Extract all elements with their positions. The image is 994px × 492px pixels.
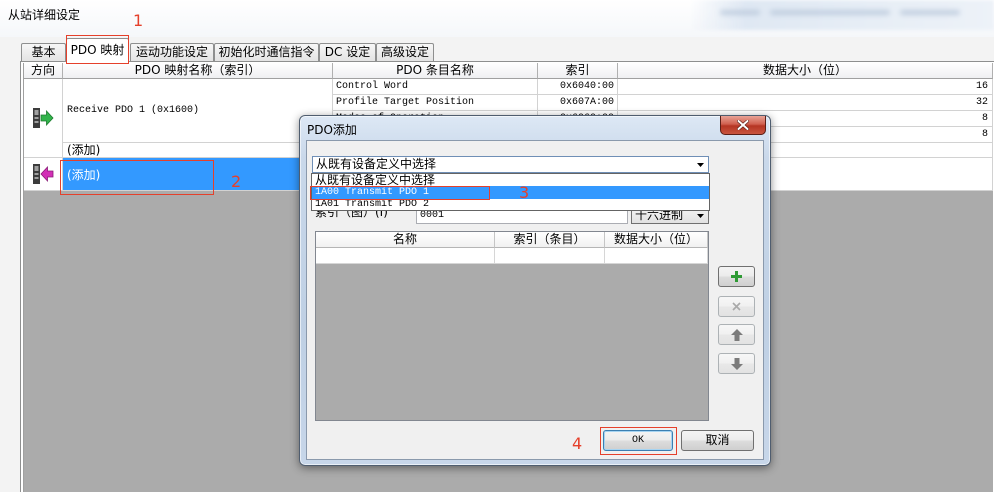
annotation-box-4 (600, 427, 677, 455)
dialog-close-button[interactable] (720, 116, 766, 135)
add-entry-row[interactable]: (添加) (63, 143, 333, 158)
entry-name-cell[interactable]: Control Word (333, 79, 538, 95)
move-down-button[interactable] (718, 353, 755, 374)
window-title-bar: 从站详细设定 (0, 0, 994, 37)
annotation-box-1 (66, 35, 129, 64)
chevron-down-icon (697, 163, 704, 167)
remove-icon (732, 302, 741, 311)
tab-basic[interactable]: 基本 (21, 43, 66, 62)
column-header-data-size: 数据大小（位） (605, 232, 708, 248)
tab-init-commands[interactable]: 初始化时通信指令 (214, 43, 319, 62)
remove-entry-button[interactable] (718, 296, 755, 317)
tab-dc-settings[interactable]: DC 设定 (319, 43, 376, 62)
annotation-box-2 (60, 160, 214, 195)
column-header-index: 索引 (538, 63, 618, 79)
dropdown-option[interactable]: 1A01 Transmit PDO 2 (312, 199, 709, 210)
entry-index-cell[interactable]: 0x607A:00 (538, 95, 618, 111)
column-header-entry-index: 索引（条目） (495, 232, 605, 248)
dropdown-option[interactable]: 从既有设备定义中选择 (312, 174, 709, 186)
entry-index-cell[interactable] (495, 248, 605, 264)
tab-advanced-settings[interactable]: 高级设定 (376, 43, 434, 62)
move-up-button[interactable] (718, 324, 755, 345)
entry-name-cell[interactable]: Profile Target Position (333, 95, 538, 111)
entry-size-cell[interactable] (605, 248, 708, 264)
source-select[interactable]: 从既有设备定义中选择 (312, 156, 709, 173)
column-header-entry-name: PDO 条目名称 (333, 63, 538, 79)
annotation-box-3 (310, 186, 490, 200)
chevron-down-icon (697, 214, 704, 218)
column-header-data-size: 数据大小（位） (618, 63, 993, 79)
annotation-number-1: 1 (133, 11, 144, 30)
tab-motion-settings[interactable]: 运动功能设定 (130, 43, 214, 62)
table-row-direction[interactable] (24, 158, 63, 191)
column-header-mapping-name: PDO 映射名称（索引） (63, 63, 333, 79)
pdo-mapping-name-cell[interactable]: Receive PDO 1 (0x1600) (63, 79, 333, 143)
move-down-icon (730, 357, 743, 370)
column-header-name: 名称 (316, 232, 495, 248)
close-icon (737, 120, 749, 130)
tx-pdo-arrow-icon (33, 164, 54, 184)
source-select-value: 从既有设备定义中选择 (316, 157, 437, 171)
entry-size-cell[interactable]: 16 (618, 79, 993, 95)
rx-pdo-arrow-icon (33, 108, 54, 128)
window-title: 从站详细设定 (8, 8, 81, 22)
entry-index-cell[interactable]: 0x6040:00 (538, 79, 618, 95)
table-row-direction[interactable] (24, 79, 63, 158)
pdo-add-dialog: PDO添加 从既有设备定义中选择 索引（图）(I) 0001 十六进制 从既有设… (299, 115, 771, 466)
pdo-entry-table: 名称 索引（条目） 数据大小（位） (添加) (315, 231, 709, 421)
annotation-number-4: 4 (572, 434, 583, 453)
annotation-number-2: 2 (231, 172, 242, 191)
blurred-header-area (690, 0, 994, 30)
column-header-direction: 方向 (24, 63, 63, 79)
add-entry-button[interactable] (718, 266, 755, 287)
cancel-button[interactable]: 取消 (681, 430, 754, 451)
move-up-icon (730, 328, 743, 341)
annotation-number-3: 3 (519, 183, 530, 202)
add-entry-row[interactable]: (添加) (316, 248, 495, 264)
entry-size-cell[interactable]: 32 (618, 95, 993, 111)
dialog-title: PDO添加 (307, 123, 357, 137)
plus-icon (731, 271, 742, 282)
